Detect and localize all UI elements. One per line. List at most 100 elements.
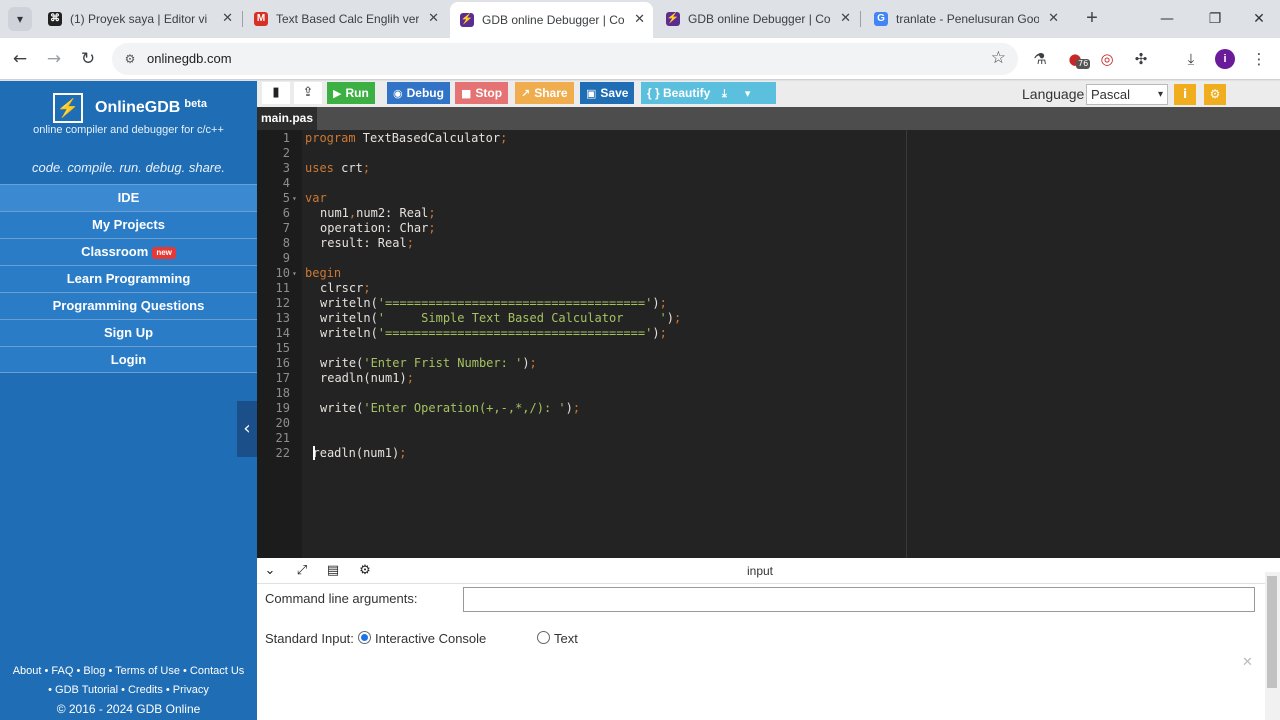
code-token: TextBasedCalculator (355, 131, 501, 145)
panel-scroll-thumb[interactable] (1267, 576, 1277, 688)
share-button[interactable]: ↗ Share (515, 82, 574, 104)
text-radio[interactable] (537, 631, 550, 644)
file-tab-main[interactable]: main.pas (257, 107, 317, 130)
fold-arrow-icon[interactable]: ▾ (292, 266, 297, 281)
sidebar: ⚡ OnlineGDB beta online compiler and debu… (0, 81, 257, 720)
sidebar-item-my-projects[interactable]: My Projects (0, 211, 257, 238)
stop-button[interactable]: ■ Stop (455, 82, 509, 104)
share-icon: ↗ (521, 87, 531, 100)
capcut-icon: ⌘ (48, 12, 62, 26)
browser-tab[interactable]: Gtranlate - Penelusuran Goog ✕ (864, 4, 1067, 34)
code-token: operation: Char (320, 221, 429, 235)
new-file-icon[interactable]: ▮ (262, 82, 290, 104)
sidebar-item-classroom[interactable]: Classroom new (0, 238, 257, 265)
bookmark-star-icon[interactable]: ☆ (991, 48, 1006, 68)
sidebar-item-learn-programming[interactable]: Learn Programming (0, 265, 257, 292)
download-icon[interactable]: ⤓ (1180, 48, 1202, 70)
onlinegdb-logo-icon[interactable]: ⚡ (53, 93, 83, 123)
command-line-input[interactable] (463, 587, 1255, 612)
code-string: 'Enter Operation(+,-,*,/): ' (363, 401, 566, 415)
sidebar-item-sign-up[interactable]: Sign Up (0, 319, 257, 346)
debug-icon: ◉ (393, 87, 403, 100)
code-token: ) (652, 296, 660, 310)
save-button[interactable]: ▣ Save (580, 82, 635, 104)
code-text: num1,num2: Real; (320, 206, 436, 221)
browser-tab[interactable]: M Text Based Calc Englih versio ✕ (244, 4, 447, 34)
profile-avatar[interactable]: i (1215, 49, 1235, 69)
adblock-extension-icon[interactable]: ● 76 (1064, 48, 1091, 70)
browser-tab-title: GDB online Debugger | Com (688, 12, 831, 26)
new-tab-icon[interactable]: + (1078, 4, 1106, 32)
download-button[interactable]: ⤓ ▾ (716, 82, 776, 104)
back-icon[interactable]: ← (6, 45, 34, 73)
code-keyword: ; (500, 131, 508, 145)
minimize-icon[interactable]: — (1144, 0, 1190, 38)
settings-gear-icon[interactable]: ⚙ (1204, 84, 1226, 105)
tab-close-icon[interactable]: ✕ (634, 2, 645, 38)
footer-links-line1[interactable]: About • FAQ • Blog • Terms of Use • Cont… (0, 662, 257, 681)
tab-close-icon[interactable]: ✕ (222, 4, 233, 34)
sidebar-item-label: Login (110, 352, 147, 367)
browser-tab[interactable]: ⚡ GDB online Debugger | Com ✕ (450, 2, 653, 38)
screen-capture-icon[interactable]: ◎ (1096, 48, 1118, 70)
info-icon[interactable]: i (1174, 84, 1196, 105)
sidebar-item-ide[interactable]: IDE (0, 184, 257, 211)
address-bar[interactable]: ⚙ onlinegdb.com ☆ (112, 43, 1018, 75)
browser-tab[interactable]: ⌘ (1) Proyek saya | Editor vi ✕ (38, 4, 241, 34)
language-select[interactable]: Pascal ▾ (1086, 84, 1168, 105)
sidebar-item-programming-questions[interactable]: Programming Questions (0, 292, 257, 319)
forward-icon[interactable]: → (40, 45, 68, 73)
collapse-sidebar-icon[interactable]: ‹ (237, 401, 257, 457)
tab-close-icon[interactable]: ✕ (1048, 4, 1059, 34)
line-number: 19 (275, 401, 290, 415)
site-info-icon[interactable]: ⚙ (122, 51, 138, 67)
code-keyword: begin (305, 266, 342, 280)
line-number: 6 (282, 206, 290, 220)
line-number: 21 (275, 431, 290, 445)
code-token: crt (333, 161, 363, 175)
input-panel-header: ⌄ ⤢ ▤ ⚙ input (257, 558, 1280, 584)
onlinegdb-icon: ⚡ (666, 12, 680, 26)
run-button[interactable]: ▶ Run (327, 82, 375, 104)
beautify-button[interactable]: { } Beautify (641, 82, 717, 104)
reload-icon[interactable]: ↻ (74, 45, 102, 73)
code-editor[interactable]: 1 program TextBasedCalculator; 2 3 uses crt;… (257, 130, 1280, 558)
tab-close-icon[interactable]: ✕ (428, 4, 439, 34)
code-token: ) (522, 356, 530, 370)
text-radio-label[interactable]: Text (554, 631, 578, 646)
code-token: num1 (320, 206, 349, 220)
sidebar-item-label: Sign Up (103, 325, 154, 340)
browser-tab-title: tranlate - Penelusuran Goog (896, 12, 1039, 26)
code-token: readln(num1) (312, 446, 400, 460)
chevron-down-icon: ▾ (1157, 89, 1163, 100)
interactive-console-radio[interactable] (358, 631, 371, 644)
tab-close-icon[interactable]: ✕ (840, 4, 851, 34)
code-token: num2: Real (356, 206, 429, 220)
code-keyword: ; (363, 281, 371, 295)
window-close-icon[interactable]: ✕ (1236, 0, 1280, 38)
code-keyword: uses (305, 161, 334, 175)
browser-menu-icon[interactable]: ⋮ (1248, 48, 1270, 70)
fold-arrow-icon[interactable]: ▾ (292, 191, 297, 206)
extensions-puzzle-icon[interactable]: ✣ (1130, 48, 1152, 70)
code-string: '====================================' (377, 326, 653, 340)
interactive-console-label[interactable]: Interactive Console (375, 631, 486, 646)
tab-search-icon[interactable]: ▾ (8, 7, 32, 31)
line-number: 7 (282, 221, 290, 235)
code-token: writeln( (320, 311, 378, 325)
sidebar-item-login[interactable]: Login (0, 346, 257, 373)
url-text[interactable]: onlinegdb.com (147, 51, 232, 66)
browser-tab[interactable]: ⚡ GDB online Debugger | Com ✕ (656, 4, 859, 34)
code-token: result: Real (320, 236, 407, 250)
command-line-label: Command line arguments: (265, 591, 418, 606)
footer-links-line2[interactable]: • GDB Tutorial • Credits • Privacy (0, 681, 257, 700)
restore-icon[interactable]: ❐ (1192, 0, 1238, 38)
debug-button[interactable]: ◉ Debug (387, 82, 450, 104)
upload-icon[interactable]: ⇪ (294, 82, 322, 104)
stop-icon: ■ (461, 87, 472, 100)
code-token: readln(num1) (320, 371, 407, 385)
extension-icon[interactable]: ⚗ (1029, 48, 1051, 70)
brand-name[interactable]: OnlineGDB beta (95, 98, 207, 117)
panel-close-icon[interactable]: ✕ (1242, 655, 1253, 670)
sidebar-menu: IDE My Projects Classroom new Learn Programm… (0, 184, 257, 373)
